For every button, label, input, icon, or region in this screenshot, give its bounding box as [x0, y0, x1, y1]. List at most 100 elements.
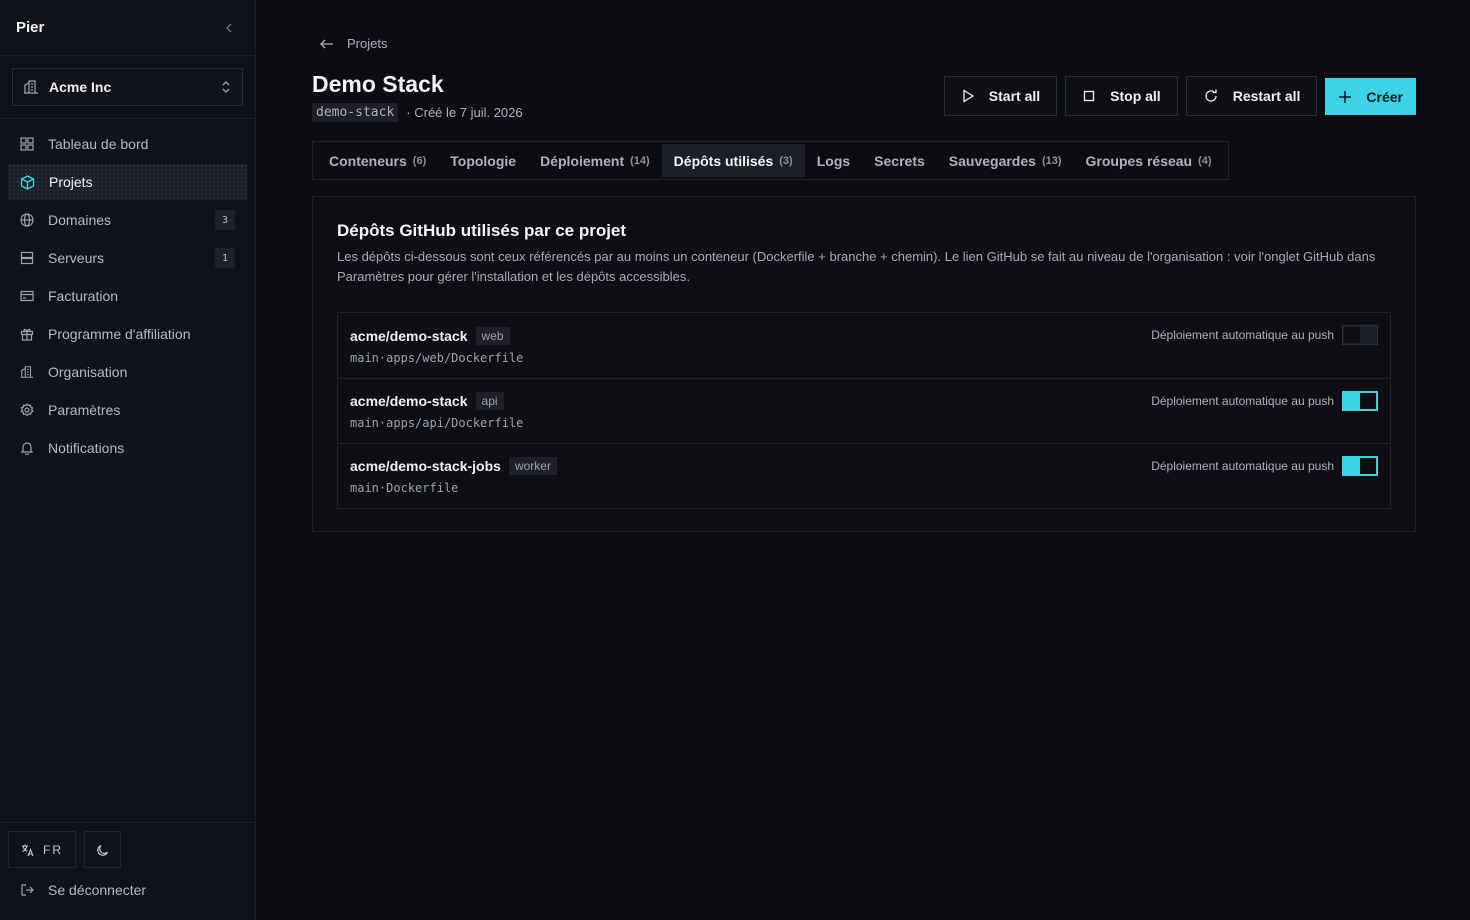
tab-backups[interactable]: Sauvegardes (13) [937, 144, 1074, 177]
repo-path: main·Dockerfile [350, 481, 459, 495]
repo-name: acme/demo-stack [350, 327, 468, 344]
tab-logs[interactable]: Logs [805, 144, 862, 177]
sidebar-item-label: Tableau de bord [48, 136, 149, 152]
building-icon [24, 80, 38, 94]
auto-deploy: Déploiement automatique au push [1151, 325, 1378, 345]
stop-all-label: Stop all [1110, 88, 1161, 104]
sidebar-item-label: Facturation [48, 288, 119, 304]
tab-secrets[interactable]: Secrets [862, 144, 937, 177]
project-actions: Start all Stop all Restart all Créer [943, 76, 1416, 116]
toggle-knob [1360, 458, 1376, 474]
tab-label: Logs [816, 152, 851, 169]
refresh-icon [1205, 89, 1217, 102]
repo-tag: api [475, 392, 504, 410]
globe-icon [20, 213, 34, 227]
repo-name: acme/demo-stack-jobs [350, 458, 501, 474]
sidebar-item-label: Organisation [48, 364, 128, 380]
org-switcher[interactable]: Acme Inc [12, 68, 243, 106]
sidebar-item-projects[interactable]: Projets [8, 164, 247, 200]
tab-label: Groupes réseau [1085, 152, 1193, 169]
tab-repositories[interactable]: Dépôts utilisés (3) [661, 144, 805, 177]
logout-button[interactable]: Se déconnecter [8, 868, 247, 912]
repo-branch: main [350, 350, 379, 365]
sidebar-item-label: Projets [49, 174, 93, 190]
tab-label: Secrets [874, 152, 925, 169]
repo-list: acme/demo-stack web main·apps/web/Docker… [337, 312, 1391, 509]
repo-tag: worker [508, 457, 557, 475]
theme-toggle-button[interactable] [84, 831, 121, 868]
auto-deploy-toggle[interactable] [1342, 391, 1378, 411]
repo-path: main·apps/web/Dockerfile [350, 350, 524, 365]
restart-all-button[interactable]: Restart all [1185, 76, 1318, 116]
sidebar-header: Pier [0, 0, 255, 56]
chevron-left-icon [226, 23, 232, 32]
restart-all-label: Restart all [1232, 88, 1301, 104]
project-tabs: Conteneurs (6) Topologie Déploiement (14) … [312, 141, 1229, 180]
tab-label: Dépôts utilisés [673, 152, 774, 169]
tab-count: (6) [412, 154, 427, 167]
logout-label: Se déconnecter [48, 882, 147, 898]
repo-tag: web [475, 326, 510, 345]
language-button[interactable]: FR [8, 831, 76, 868]
auto-deploy: Déploiement automatique au push [1151, 456, 1378, 476]
gift-icon [20, 328, 34, 341]
footer-controls: FR [8, 831, 247, 868]
building-icon [20, 366, 34, 378]
auto-deploy-label: Déploiement automatique au push [1151, 459, 1334, 473]
logout-icon [21, 884, 34, 896]
count-badge: 3 [215, 210, 235, 230]
tab-label: Conteneurs [329, 152, 407, 169]
sidebar-item-domains[interactable]: Domaines 3 [8, 202, 247, 238]
org-name: Acme Inc [49, 79, 112, 95]
project-created: · Créé le 7 juil. 2026 [406, 105, 523, 120]
tab-network-groups[interactable]: Groupes réseau (4) [1074, 144, 1224, 177]
auto-deploy-toggle[interactable] [1342, 456, 1378, 476]
count-badge: 1 [215, 248, 235, 268]
sidebar-nav: Tableau de bord Projets Domaines 3 Serve… [0, 119, 255, 475]
repo-name: acme/demo-stack [350, 393, 468, 409]
tab-count: (13) [1041, 154, 1062, 167]
start-all-button[interactable]: Start all [943, 76, 1058, 116]
repo-dockerfile: apps/web/Dockerfile [386, 350, 524, 365]
repo-path: main·apps/api/Dockerfile [350, 416, 524, 430]
tab-label: Sauvegardes [948, 152, 1036, 169]
sidebar-item-dashboard[interactable]: Tableau de bord [8, 126, 247, 162]
toggle-knob [1344, 327, 1360, 343]
auto-deploy-label: Déploiement automatique au push [1151, 328, 1334, 342]
sidebar-item-label: Paramètres [48, 402, 121, 418]
panel-title: Dépôts GitHub utilisés par ce projet [337, 221, 627, 240]
collapse-sidebar-button[interactable] [219, 18, 239, 38]
moon-icon [96, 844, 108, 856]
gear-icon [20, 403, 34, 417]
auto-deploy-toggle[interactable] [1342, 325, 1378, 345]
create-button[interactable]: Créer [1325, 78, 1416, 115]
repositories-panel: Dépôts GitHub utilisés par ce projet Les… [312, 196, 1416, 532]
tab-containers[interactable]: Conteneurs (6) [317, 144, 438, 177]
sidebar-item-label: Programme d'affiliation [48, 326, 191, 342]
breadcrumb-label: Projets [347, 36, 388, 51]
arrow-left-icon [320, 39, 333, 48]
sidebar-item-affiliate[interactable]: Programme d'affiliation [8, 316, 247, 352]
project-meta: demo-stack · Créé le 7 juil. 2026 [312, 103, 523, 122]
auto-deploy: Déploiement automatique au push [1151, 391, 1378, 411]
sidebar-item-billing[interactable]: Facturation [8, 278, 247, 314]
sidebar-item-settings[interactable]: Paramètres [8, 392, 247, 428]
sidebar-footer: FR Se déconnecter [0, 822, 255, 920]
breadcrumb[interactable]: Projets [319, 36, 387, 51]
sidebar-item-servers[interactable]: Serveurs 1 [8, 240, 247, 276]
auto-deploy-label: Déploiement automatique au push [1151, 394, 1334, 408]
grid-icon [20, 137, 34, 151]
repo-row: acme/demo-stack web main·apps/web/Docker… [338, 313, 1390, 378]
tab-count: (14) [630, 154, 650, 167]
org-switcher-wrap: Acme Inc [0, 56, 255, 119]
tab-deployment[interactable]: Déploiement (14) [528, 144, 662, 177]
project-slug: demo-stack [312, 103, 399, 122]
chevron-up-down-icon [222, 81, 230, 93]
tab-topology[interactable]: Topologie [438, 144, 528, 177]
play-icon [963, 89, 975, 103]
stop-all-button[interactable]: Stop all [1065, 76, 1178, 116]
sidebar-item-notifications[interactable]: Notifications [8, 430, 247, 466]
sidebar-item-organization[interactable]: Organisation [8, 354, 247, 390]
box-icon [20, 174, 35, 190]
create-label: Créer [1366, 88, 1403, 105]
